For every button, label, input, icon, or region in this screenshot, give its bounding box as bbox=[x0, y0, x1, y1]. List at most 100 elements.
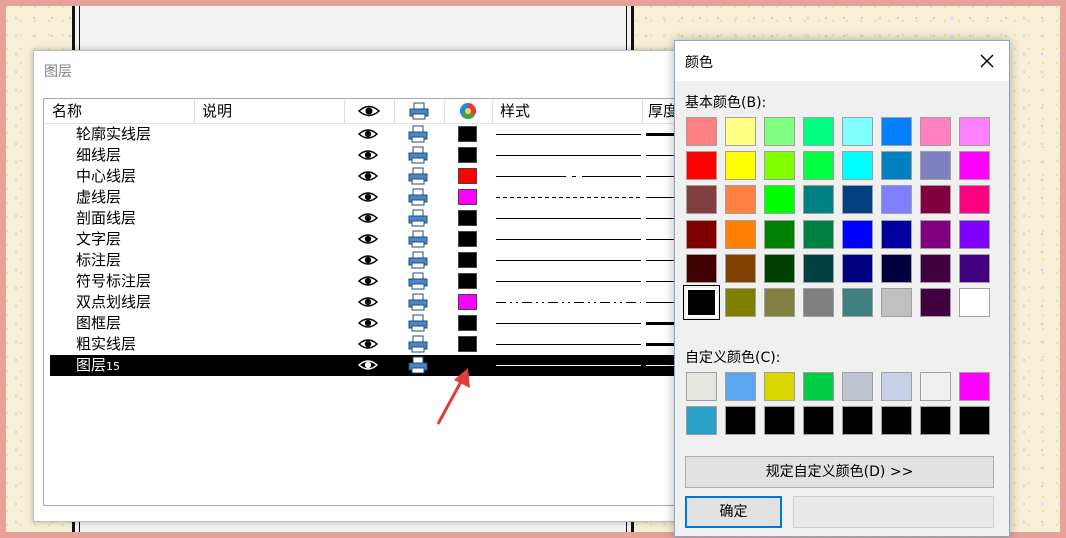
basic-color-swatch[interactable] bbox=[959, 117, 990, 146]
column-name-header[interactable]: 名称 bbox=[52, 99, 82, 123]
print-column-printer-icon[interactable] bbox=[409, 102, 429, 120]
layer-row[interactable]: 中心线层 bbox=[50, 166, 695, 187]
visible-eye-icon[interactable] bbox=[358, 190, 378, 204]
layer-color-swatch[interactable] bbox=[458, 294, 477, 310]
custom-color-swatch[interactable] bbox=[764, 406, 795, 436]
basic-color-swatch[interactable] bbox=[725, 117, 756, 146]
layer-color-swatch[interactable] bbox=[458, 336, 477, 352]
visible-eye-icon[interactable] bbox=[358, 232, 378, 246]
layer-color-swatch[interactable] bbox=[458, 147, 477, 163]
basic-color-swatch[interactable] bbox=[764, 185, 795, 215]
cancel-button[interactable] bbox=[793, 496, 994, 528]
layer-color-swatch[interactable] bbox=[458, 315, 477, 331]
visible-eye-icon[interactable] bbox=[358, 169, 378, 183]
layer-color-swatch[interactable] bbox=[458, 126, 477, 142]
layer-row-selected[interactable]: 图层15 bbox=[50, 355, 695, 376]
visible-eye-icon[interactable] bbox=[358, 295, 378, 309]
layer-color-swatch[interactable] bbox=[458, 168, 477, 184]
basic-color-swatch[interactable] bbox=[920, 117, 951, 146]
basic-color-swatch[interactable] bbox=[881, 219, 912, 249]
printer-icon[interactable] bbox=[408, 230, 428, 248]
basic-color-swatch[interactable] bbox=[881, 185, 912, 215]
column-separator[interactable] bbox=[344, 99, 345, 123]
layer-color-swatch[interactable] bbox=[458, 210, 477, 226]
custom-color-swatch[interactable] bbox=[803, 406, 834, 436]
basic-color-swatch[interactable] bbox=[686, 151, 717, 181]
basic-color-swatch[interactable] bbox=[683, 285, 720, 320]
basic-color-swatch[interactable] bbox=[842, 185, 873, 215]
basic-color-swatch[interactable] bbox=[764, 219, 795, 249]
linetype-preview[interactable] bbox=[496, 313, 641, 334]
custom-color-swatch[interactable] bbox=[959, 406, 990, 436]
linetype-preview[interactable] bbox=[496, 250, 641, 271]
printer-icon[interactable] bbox=[408, 167, 428, 185]
basic-color-swatch[interactable] bbox=[920, 253, 951, 283]
basic-color-swatch[interactable] bbox=[803, 151, 834, 181]
basic-color-swatch[interactable] bbox=[842, 253, 873, 283]
basic-color-swatch[interactable] bbox=[920, 185, 951, 215]
layer-row[interactable]: 标注层 bbox=[50, 250, 695, 271]
linetype-preview[interactable] bbox=[496, 208, 641, 229]
printer-icon[interactable] bbox=[408, 314, 428, 332]
custom-color-swatch[interactable] bbox=[842, 406, 873, 436]
visible-eye-icon[interactable] bbox=[358, 358, 378, 372]
basic-color-swatch[interactable] bbox=[686, 219, 717, 249]
visible-eye-icon[interactable] bbox=[358, 274, 378, 288]
custom-color-swatch[interactable] bbox=[881, 406, 912, 436]
column-separator[interactable] bbox=[492, 99, 493, 123]
color-column-color-wheel-icon[interactable] bbox=[459, 102, 477, 120]
basic-color-swatch[interactable] bbox=[764, 151, 795, 181]
basic-color-swatch[interactable] bbox=[881, 288, 912, 317]
basic-color-swatch[interactable] bbox=[842, 288, 873, 317]
basic-color-swatch[interactable] bbox=[959, 253, 990, 283]
column-separator[interactable] bbox=[642, 99, 643, 123]
layer-row[interactable]: 轮廓实线层 bbox=[50, 124, 695, 145]
custom-color-swatch[interactable] bbox=[920, 372, 951, 401]
visible-eye-icon[interactable] bbox=[358, 127, 378, 141]
basic-color-swatch[interactable] bbox=[803, 185, 834, 215]
layer-row[interactable]: 文字层 bbox=[50, 229, 695, 250]
basic-color-swatch[interactable] bbox=[920, 219, 951, 249]
basic-color-swatch[interactable] bbox=[764, 253, 795, 283]
visible-eye-icon[interactable] bbox=[358, 337, 378, 351]
linetype-preview[interactable] bbox=[496, 124, 641, 145]
visible-eye-icon[interactable] bbox=[358, 253, 378, 267]
column-separator[interactable] bbox=[394, 99, 395, 123]
basic-color-swatch[interactable] bbox=[842, 219, 873, 249]
custom-color-swatch[interactable] bbox=[686, 372, 717, 401]
layer-color-swatch[interactable] bbox=[458, 231, 477, 247]
basic-color-swatch[interactable] bbox=[764, 117, 795, 146]
custom-color-swatch[interactable] bbox=[842, 372, 873, 401]
column-style-header[interactable]: 样式 bbox=[500, 99, 530, 123]
printer-icon[interactable] bbox=[408, 125, 428, 143]
basic-color-swatch[interactable] bbox=[842, 117, 873, 146]
basic-color-swatch[interactable] bbox=[881, 117, 912, 146]
basic-color-swatch[interactable] bbox=[725, 151, 756, 181]
visible-eye-icon[interactable] bbox=[358, 316, 378, 330]
visibility-column-eye-icon[interactable] bbox=[358, 103, 380, 119]
printer-icon[interactable] bbox=[408, 356, 428, 374]
basic-color-swatch[interactable] bbox=[725, 288, 756, 317]
printer-icon[interactable] bbox=[408, 146, 428, 164]
basic-color-swatch[interactable] bbox=[959, 288, 990, 317]
linetype-preview[interactable] bbox=[496, 355, 641, 376]
custom-color-swatch[interactable] bbox=[920, 406, 951, 436]
printer-icon[interactable] bbox=[408, 251, 428, 269]
layer-row[interactable]: 细线层 bbox=[50, 145, 695, 166]
column-description-header[interactable]: 说明 bbox=[202, 99, 232, 123]
basic-color-swatch[interactable] bbox=[686, 253, 717, 283]
basic-color-swatch[interactable] bbox=[881, 151, 912, 181]
basic-color-swatch[interactable] bbox=[725, 253, 756, 283]
layer-row[interactable]: 剖面线层 bbox=[50, 208, 695, 229]
basic-color-swatch[interactable] bbox=[920, 288, 951, 317]
custom-color-swatch[interactable] bbox=[764, 372, 795, 401]
printer-icon[interactable] bbox=[408, 293, 428, 311]
basic-color-swatch[interactable] bbox=[842, 151, 873, 181]
basic-color-swatch[interactable] bbox=[803, 219, 834, 249]
column-separator[interactable] bbox=[194, 99, 195, 123]
custom-color-swatch[interactable] bbox=[803, 372, 834, 401]
layer-row[interactable]: 双点划线层 bbox=[50, 292, 695, 313]
linetype-preview[interactable] bbox=[496, 271, 641, 292]
layer-color-swatch[interactable] bbox=[458, 252, 477, 268]
custom-color-swatch[interactable] bbox=[725, 406, 756, 436]
